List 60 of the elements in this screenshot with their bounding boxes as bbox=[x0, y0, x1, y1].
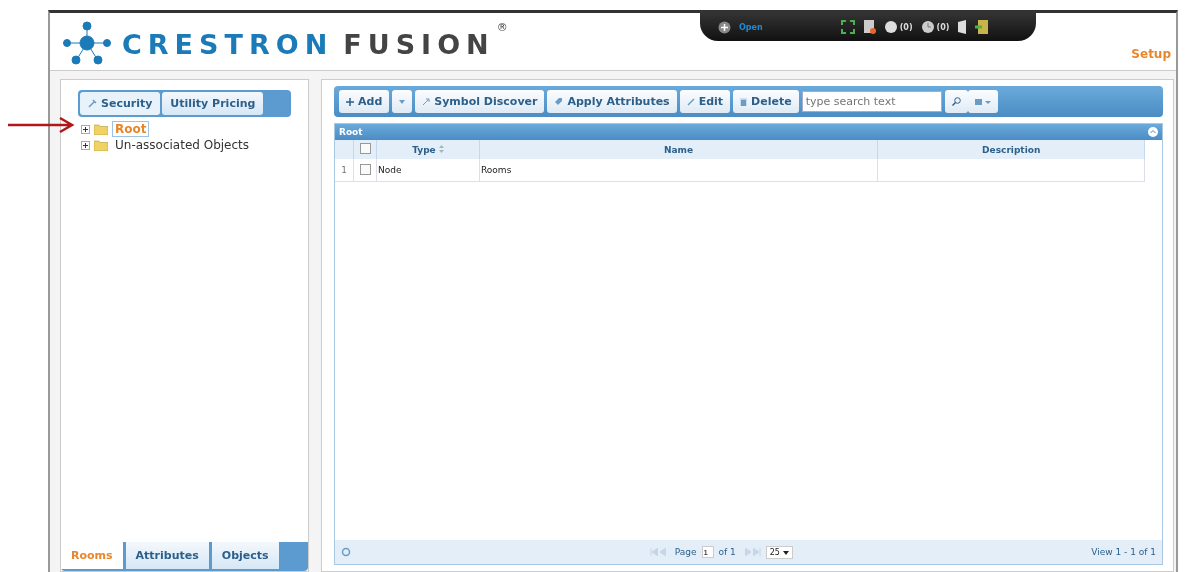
column-header[interactable]: Name bbox=[663, 144, 694, 155]
search-button[interactable] bbox=[944, 90, 968, 113]
toolbar-button[interactable]: Edit bbox=[679, 90, 731, 113]
open-link[interactable]: Open bbox=[739, 22, 763, 32]
toolbar-button[interactable]: Delete bbox=[733, 90, 799, 113]
record-count: View 1 - 1 of 1 bbox=[1091, 547, 1156, 557]
document-icon[interactable] bbox=[862, 20, 876, 34]
exit-icon[interactable] bbox=[975, 20, 990, 34]
grid-caption: Root bbox=[339, 127, 363, 137]
expand-icon[interactable] bbox=[840, 20, 855, 34]
circle-icon[interactable] bbox=[883, 20, 898, 34]
tree-item[interactable]: Un-associated Objects bbox=[112, 137, 253, 153]
view-button[interactable] bbox=[967, 90, 998, 113]
page-label: Page bbox=[674, 547, 697, 557]
caret-icon bbox=[399, 99, 406, 104]
caret-icon bbox=[782, 550, 789, 555]
table-cell: Node bbox=[376, 159, 480, 182]
column-header[interactable]: Type bbox=[412, 144, 436, 155]
tab[interactable]: Security bbox=[80, 92, 161, 115]
checkbox[interactable] bbox=[359, 143, 371, 154]
tab[interactable]: Utility Pricing bbox=[162, 92, 264, 115]
expand-icon[interactable] bbox=[81, 140, 90, 150]
plus-icon bbox=[346, 97, 354, 106]
trash-icon bbox=[740, 97, 748, 106]
search-icon bbox=[951, 97, 961, 106]
product-name: FUSION bbox=[343, 28, 495, 60]
dropdown-button[interactable] bbox=[392, 90, 413, 113]
row-number: 1 bbox=[335, 159, 354, 182]
annotation-arrow bbox=[8, 116, 76, 134]
column-header[interactable]: Description bbox=[982, 144, 1041, 155]
counter: (0) bbox=[936, 22, 950, 32]
counter: (0) bbox=[899, 22, 913, 32]
page-total: of 1 bbox=[718, 547, 736, 557]
page-field[interactable]: 1 bbox=[701, 546, 714, 558]
molecule-logo-icon bbox=[62, 21, 112, 67]
wrench-icon bbox=[88, 99, 97, 108]
folder-icon bbox=[94, 123, 108, 135]
tag-icon bbox=[554, 97, 564, 106]
door-icon[interactable] bbox=[957, 20, 968, 34]
tab[interactable]: Attributes bbox=[125, 542, 209, 569]
link-icon bbox=[422, 97, 431, 106]
expand-icon[interactable] bbox=[81, 124, 90, 134]
page-size-select[interactable]: 25 bbox=[765, 545, 793, 559]
toolbar-button[interactable]: Apply Attributes bbox=[547, 90, 677, 113]
refresh-icon[interactable] bbox=[341, 547, 351, 557]
toolbar-button[interactable]: Add bbox=[339, 90, 390, 113]
table-cell: Rooms bbox=[479, 159, 878, 182]
collapse-icon[interactable] bbox=[1148, 127, 1158, 137]
registered-mark: ® bbox=[496, 21, 508, 34]
toolbar-button[interactable]: Symbol Discover bbox=[415, 90, 545, 113]
checkbox[interactable] bbox=[359, 163, 371, 175]
add-circle-icon[interactable] bbox=[718, 20, 731, 34]
columns-icon bbox=[974, 97, 991, 106]
pencil-icon bbox=[686, 97, 695, 106]
clock-icon[interactable] bbox=[920, 20, 935, 34]
tab[interactable]: Objects bbox=[211, 542, 279, 569]
search-field[interactable]: type search text bbox=[801, 91, 942, 112]
brand-name: CRESTRON bbox=[122, 28, 334, 60]
sort-icon[interactable] bbox=[438, 144, 444, 153]
folder-icon bbox=[94, 139, 108, 151]
